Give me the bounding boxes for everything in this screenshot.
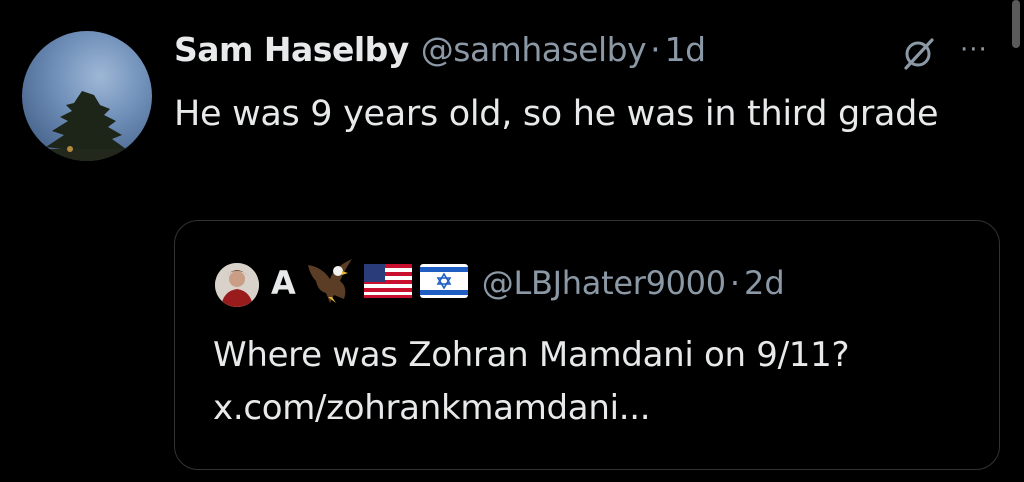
separator-dot: ·: [650, 30, 661, 69]
quoted-author-handle[interactable]: @LBJhater9000: [482, 264, 726, 302]
quoted-tweet-timestamp[interactable]: 2d: [744, 264, 785, 302]
quoted-separator-dot: ·: [729, 264, 740, 302]
tweet-text: He was 9 years old, so he was in third g…: [174, 94, 939, 134]
israel-flag-emoji-icon: [419, 264, 468, 302]
author-avatar[interactable]: [22, 31, 152, 161]
us-flag-emoji-icon: [363, 264, 412, 302]
quoted-author-avatar[interactable]: [215, 263, 259, 307]
quoted-tweet-text: Where was Zohran Mamdani on 9/11? x.com/…: [213, 335, 850, 428]
quoted-tweet-header: A @LBJhater9000 · 2d: [271, 259, 785, 307]
quoted-author-name[interactable]: A: [271, 264, 296, 302]
eagle-emoji-icon: [304, 257, 356, 309]
quoted-tweet-card[interactable]: A @LBJhater9000 · 2d Where was Zohran Ma…: [174, 220, 1000, 470]
tweet-timestamp[interactable]: 1d: [665, 30, 706, 69]
scrollbar[interactable]: [1012, 0, 1020, 48]
author-name[interactable]: Sam Haselby: [174, 30, 409, 69]
author-handle[interactable]: @samhaselby: [421, 30, 647, 69]
more-options-icon[interactable]: ···: [960, 37, 1000, 63]
grok-icon[interactable]: [900, 36, 936, 72]
tweet-header: Sam Haselby @samhaselby · 1d: [174, 30, 706, 76]
